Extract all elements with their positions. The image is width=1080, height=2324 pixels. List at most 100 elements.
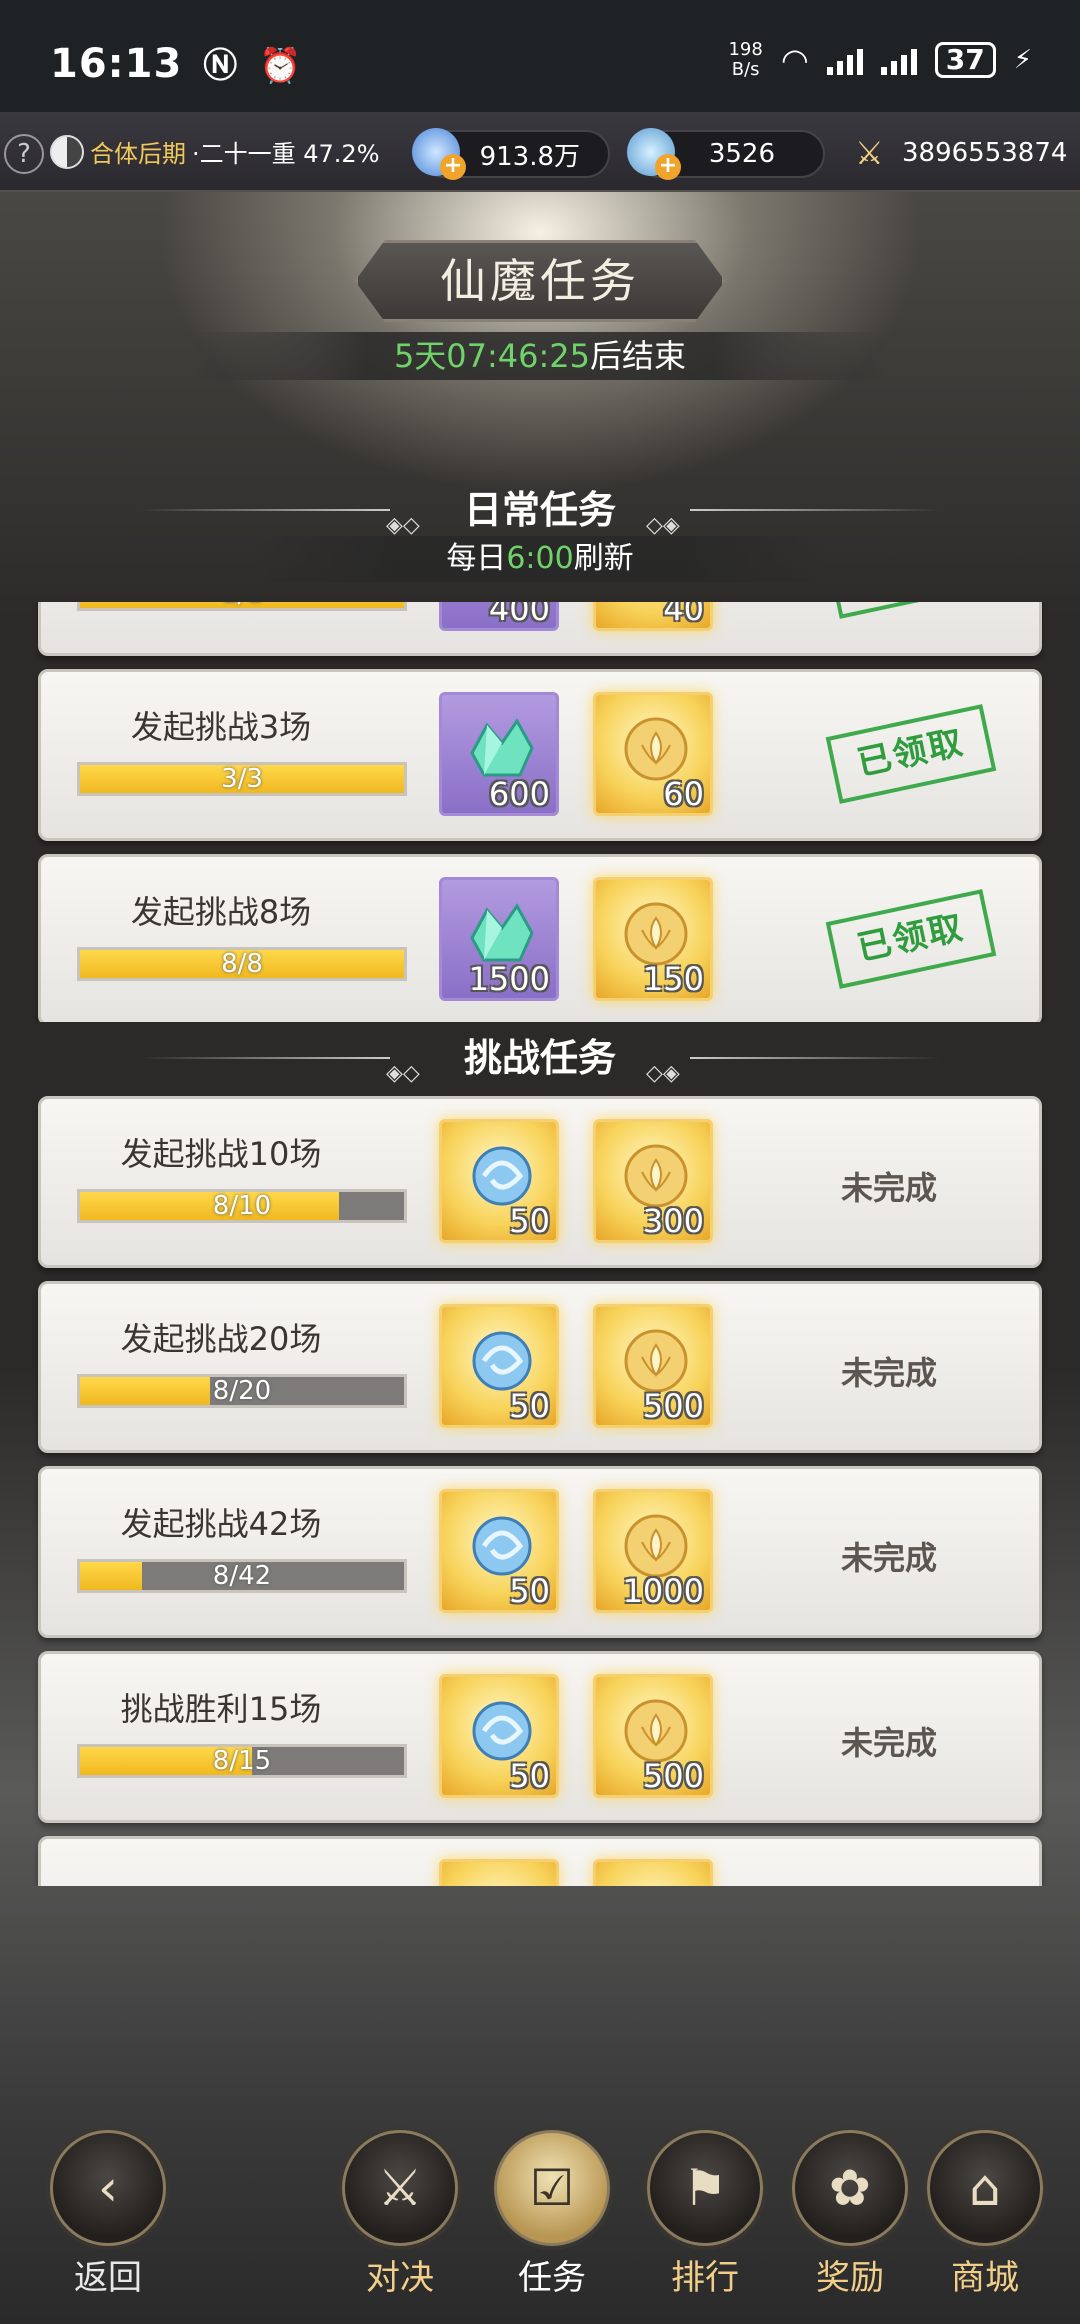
reward-item-1[interactable]: 50	[439, 1304, 559, 1428]
reward-qty: 50	[509, 1757, 550, 1795]
back-label: 返回	[74, 2258, 142, 2298]
task-progress-bar: 3/3	[77, 762, 407, 796]
nav-rank-label: 排行	[671, 2258, 739, 2298]
nav-shop-label: 商城	[951, 2258, 1019, 2298]
crossed-swords-icon: ⚔	[342, 2130, 458, 2246]
nav-shop[interactable]: ⌂ 商城	[925, 2130, 1045, 2299]
nav-tasks[interactable]: ☑ 任务	[492, 2130, 612, 2299]
nav-rewards-label: 奖励	[816, 2258, 884, 2298]
refresh-prefix: 每日	[446, 541, 507, 576]
reward-qty: 50	[509, 1387, 550, 1425]
reward-qty: 40	[663, 602, 704, 628]
realm-stage: ·二十一重 47.2%	[192, 140, 380, 168]
reward-qty: 400	[488, 602, 550, 628]
incomplete-status: 未完成	[841, 1169, 938, 1207]
task-name: 发起挑战20场	[120, 1320, 322, 1358]
task-card[interactable]: 发起挑战20场 8/20 50 500 未完成	[38, 1281, 1042, 1453]
realm-label: 合体后期	[90, 140, 186, 168]
reward-item-2[interactable]: 500	[593, 1674, 713, 1798]
reward-qty: 300	[642, 1202, 704, 1240]
task-progress-bar: 1/1	[77, 602, 407, 611]
reward-item-1[interactable]: 50	[439, 1119, 559, 1243]
reward-qty: 500	[642, 1757, 704, 1795]
help-button[interactable]: ?	[4, 134, 44, 174]
incomplete-status: 未完成	[841, 1539, 938, 1577]
challenge-heading-text: 挑战任务	[463, 1036, 616, 1080]
reward-qty: 60	[663, 775, 704, 813]
reward-item-1[interactable]: 1500	[439, 877, 559, 1001]
wifi-icon: ◠	[780, 41, 809, 79]
back-button[interactable]: ‹ 返回	[48, 2130, 168, 2299]
task-name: 发起挑战42场	[120, 1505, 322, 1543]
reward-qty: 600	[488, 775, 550, 813]
task-card[interactable]: 1/1 400 40 已领取	[38, 602, 1042, 656]
task-name: 发起挑战8场	[130, 893, 312, 931]
nav-rewards[interactable]: ✿ 奖励	[790, 2130, 910, 2299]
clock-text: 16:13	[50, 41, 183, 87]
back-arrow-icon: ‹	[50, 2130, 166, 2246]
task-progress-bar: 8/15	[77, 1744, 407, 1778]
challenge-task-list[interactable]: 发起挑战10场 8/10 50 300 未完成 发起挑战20场 8/20 50 500 未完成 发起…	[0, 1096, 1080, 1886]
battery-indicator: 37	[934, 42, 996, 78]
add-currency1-button[interactable]: +	[440, 154, 466, 180]
diamond-ornament-icon: ◈◇	[386, 1061, 420, 1086]
yinyang-icon	[50, 134, 84, 169]
reward-qty: 1000	[622, 1572, 704, 1610]
daily-task-list[interactable]: 1/140040已领取发起挑战3场3/360060已领取发起挑战8场8/8150…	[0, 602, 1080, 1022]
reward-item-2[interactable]: 500	[593, 1304, 713, 1428]
reward-item-1[interactable]: 400	[439, 602, 559, 631]
daily-refresh-note: 每日6:00刷新	[250, 536, 830, 582]
countdown-suffix: 后结束	[590, 337, 687, 375]
treasure-bag-icon: ✿	[792, 2130, 908, 2246]
reward-item-1	[439, 1859, 559, 1886]
progress-text: 8/15	[212, 1746, 272, 1776]
progress-text: 3/3	[221, 764, 263, 794]
reward-item-1[interactable]: 600	[439, 692, 559, 816]
incomplete-status: 未完成	[841, 1354, 938, 1392]
alarm-icon: ⏰	[259, 46, 303, 86]
task-card[interactable]: 发起挑战3场 3/3 600 60 已领取	[38, 669, 1042, 841]
progress-text: 8/8	[221, 949, 263, 979]
reward-item-2[interactable]: 1000	[593, 1489, 713, 1613]
task-progress-bar: 8/20	[77, 1374, 407, 1408]
task-progress-bar: 8/42	[77, 1559, 407, 1593]
reward-item-2[interactable]: 40	[593, 602, 713, 631]
nfc-icon: Ⓝ	[203, 46, 239, 86]
incomplete-status: 未完成	[841, 1724, 938, 1762]
reward-qty: 500	[642, 1387, 704, 1425]
reward-qty: 50	[509, 1572, 550, 1610]
task-progress-bar: 8/8	[77, 947, 407, 981]
nav-duel-label: 对决	[366, 2258, 434, 2298]
claimed-stamp: 已领取	[825, 602, 997, 619]
task-card-peek[interactable]	[38, 1836, 1042, 1886]
add-currency2-button[interactable]: +	[655, 154, 681, 180]
reward-item-1[interactable]: 50	[439, 1489, 559, 1613]
reward-qty: 1500	[468, 960, 550, 998]
realm-info[interactable]: 合体后期 ·二十一重 47.2%	[50, 134, 380, 169]
reward-item-2[interactable]: 300	[593, 1119, 713, 1243]
task-card[interactable]: 发起挑战42场 8/42 50 1000 未完成	[38, 1466, 1042, 1638]
net-speed-unit: B/s	[731, 59, 760, 80]
task-name: 发起挑战10场	[120, 1135, 322, 1173]
reward-item-2[interactable]: 60	[593, 692, 713, 816]
task-card[interactable]: 挑战胜利15场 8/15 50 500 未完成	[38, 1651, 1042, 1823]
claimed-stamp: 已领取	[825, 889, 997, 989]
reward-item-1[interactable]: 50	[439, 1674, 559, 1798]
page-title: 仙魔任务	[355, 240, 725, 322]
signal-icon	[826, 45, 863, 75]
task-card[interactable]: 发起挑战8场 8/8 1500 150 已领取	[38, 854, 1042, 1022]
currency-pill-1[interactable]: + 913.8万	[412, 128, 610, 180]
signal-icon-2	[880, 45, 917, 75]
currency-pill-2[interactable]: + 3526	[627, 128, 825, 180]
nav-duel[interactable]: ⚔ 对决	[340, 2130, 460, 2299]
progress-text: 1/1	[80, 602, 404, 608]
claimed-stamp: 已领取	[825, 704, 997, 804]
challenge-section-heading: ◈◇ 挑战任务 ◇◈	[0, 1030, 1080, 1086]
task-name: 挑战胜利15场	[120, 1690, 322, 1728]
status-time: 16:13 Ⓝ ⏰	[50, 38, 303, 87]
task-card[interactable]: 发起挑战10场 8/10 50 300 未完成	[38, 1096, 1042, 1268]
combat-power: 3896553874	[902, 138, 1068, 168]
currency2-value: 3526	[708, 139, 775, 169]
nav-rank[interactable]: ⚑ 排行	[645, 2130, 765, 2299]
reward-item-2[interactable]: 150	[593, 877, 713, 1001]
